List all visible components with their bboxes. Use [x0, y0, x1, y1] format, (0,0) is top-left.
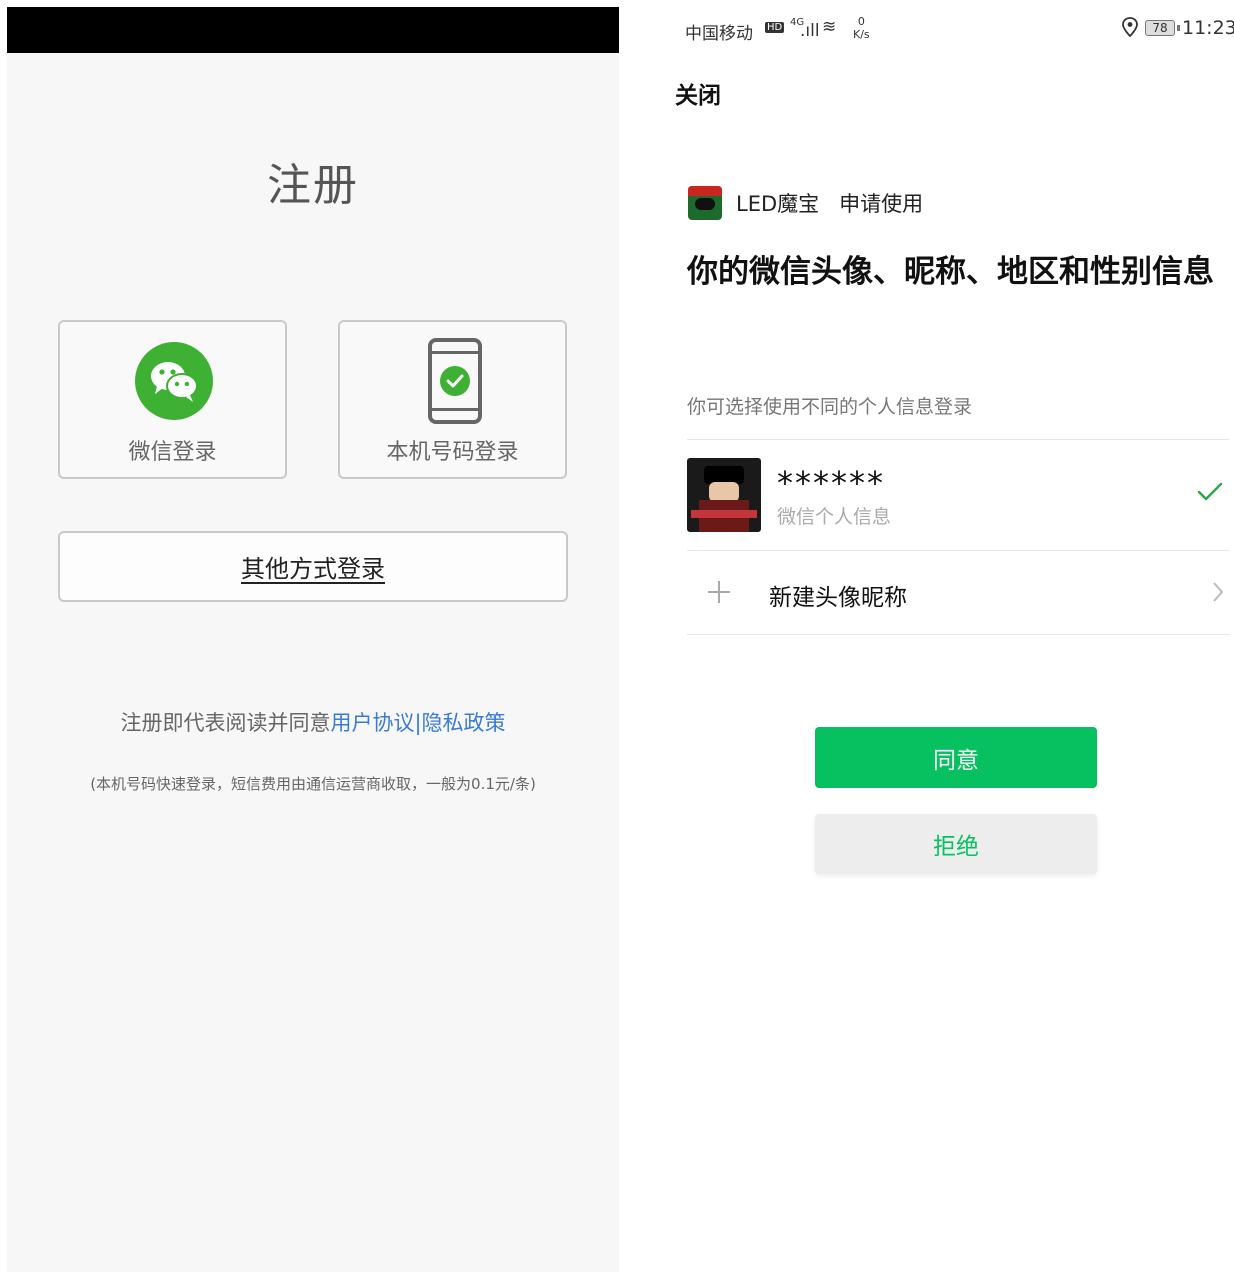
- wechat-login-label: 微信登录: [128, 440, 217, 465]
- link-separator: |: [414, 711, 422, 735]
- check-icon: [440, 366, 470, 396]
- phone-number-login-button[interactable]: 本机号码登录: [338, 320, 567, 479]
- network-speed: 0 K/s: [853, 15, 870, 41]
- chevron-right-icon: [1211, 572, 1225, 623]
- top-bar: [7, 7, 619, 53]
- phone-top-line: [432, 351, 478, 354]
- phone-check-icon: [428, 338, 482, 424]
- avatar-band: [691, 510, 757, 518]
- new-profile-label: 新建头像昵称: [769, 585, 907, 611]
- location-icon: [1121, 17, 1139, 42]
- hd-badge: HD: [765, 22, 785, 33]
- clock: 11:23: [1182, 17, 1234, 39]
- signal-icon: .ıll: [800, 21, 820, 41]
- agreement-text: 注册即代表阅读并同意用户协议|隐私政策: [7, 707, 619, 737]
- agreement-prefix: 注册即代表阅读并同意: [120, 711, 331, 735]
- user-agreement-link[interactable]: 用户协议: [330, 711, 414, 735]
- profile-nickname: ******: [777, 464, 885, 502]
- register-screen: 注册 微信登录 本机号码登录 其他方式登录 注册即代表阅读并同意用户协议|隐私政…: [7, 7, 619, 1272]
- speed-value: 0: [857, 15, 865, 28]
- phone-bottom-line: [432, 408, 478, 411]
- app-logo-icon: [688, 186, 722, 220]
- reject-button[interactable]: 拒绝: [815, 814, 1097, 874]
- other-login-button[interactable]: 其他方式登录: [58, 531, 568, 602]
- avatar-face: [709, 482, 739, 502]
- divider-bottom: [687, 634, 1229, 635]
- battery-cap: [1177, 25, 1180, 31]
- plus-icon: [707, 572, 731, 623]
- wifi-icon: ≋: [822, 17, 837, 37]
- page-title: 注册: [267, 160, 359, 211]
- battery-icon: 78: [1145, 20, 1175, 36]
- close-button[interactable]: 关闭: [675, 76, 721, 110]
- permission-headline: 你的微信头像、昵称、地区和性别信息: [687, 254, 1214, 290]
- wechat-login-button[interactable]: 微信登录: [58, 320, 287, 479]
- new-profile-option[interactable]: 新建头像昵称: [687, 570, 1229, 616]
- profile-option-wechat[interactable]: ****** 微信个人信息: [687, 458, 1229, 534]
- divider-middle: [687, 550, 1229, 551]
- carrier-name: 中国移动: [685, 24, 753, 44]
- divider-top: [687, 439, 1229, 440]
- app-request-row: LED魔宝 申请使用: [688, 186, 923, 220]
- other-login-label: 其他方式登录: [241, 555, 385, 583]
- avatar: [687, 458, 761, 532]
- selected-check-icon: [1197, 480, 1223, 510]
- speed-unit: K/s: [853, 28, 870, 41]
- sms-fee-note: (本机号码快速登录，短信费用由通信运营商收取，一般为0.1元/条): [90, 775, 536, 793]
- agree-button[interactable]: 同意: [815, 727, 1097, 788]
- request-text: 申请使用: [839, 192, 924, 216]
- profile-subtitle: 微信个人信息: [777, 506, 892, 528]
- logo-red-band: [688, 186, 722, 196]
- privacy-policy-link[interactable]: 隐私政策: [422, 711, 506, 735]
- status-bar: 中国移动 HD 4G .ıll ≋ 0 K/s 78 11:23: [685, 15, 1234, 44]
- screenshot-frame: 注册 微信登录 本机号码登录 其他方式登录 注册即代表阅读并同意用户协议|隐私政…: [0, 0, 1234, 1272]
- app-name: LED魔宝: [736, 192, 820, 216]
- wechat-icon: [135, 342, 213, 420]
- permission-subline: 你可选择使用不同的个人信息登录: [687, 396, 973, 418]
- wechat-auth-screen: 中国移动 HD 4G .ıll ≋ 0 K/s 78 11:23 关闭 LED魔宝…: [650, 0, 1234, 1272]
- logo-dark-shape: [695, 198, 715, 210]
- phone-login-label: 本机号码登录: [386, 440, 519, 465]
